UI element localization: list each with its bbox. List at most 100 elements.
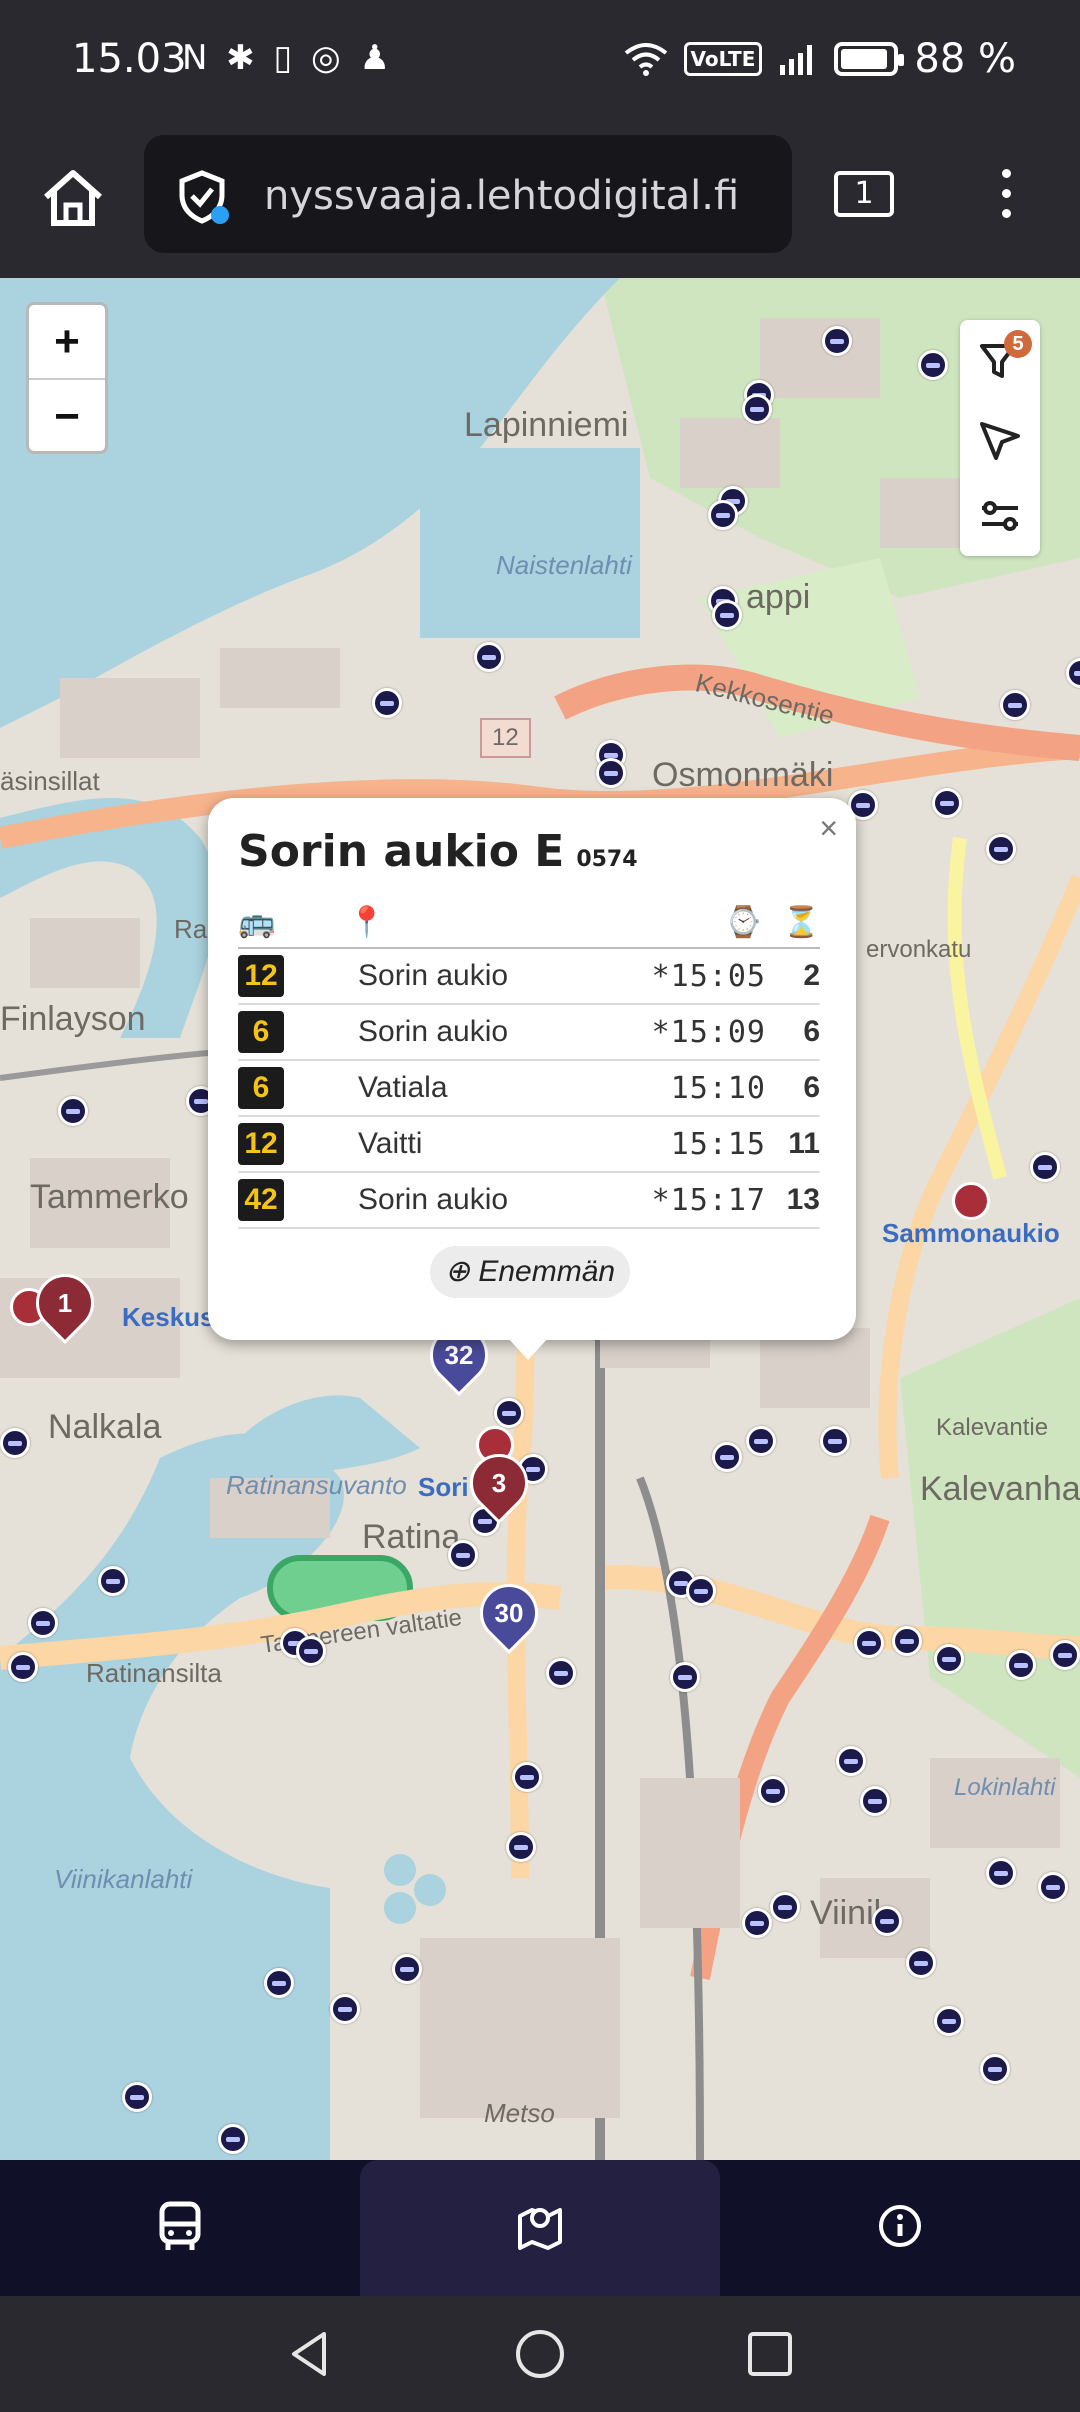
- bus-stop-marker[interactable]: [860, 1786, 890, 1816]
- bus-stop-marker[interactable]: [758, 1776, 788, 1806]
- bus-stop-marker[interactable]: [28, 1608, 58, 1638]
- tram-stop-marker[interactable]: [952, 1182, 990, 1220]
- bus-stop-marker[interactable]: [58, 1096, 88, 1126]
- browser-menu-icon[interactable]: [996, 169, 1016, 229]
- bus-stop-marker[interactable]: [296, 1636, 326, 1666]
- bus-stop-marker[interactable]: [670, 1662, 700, 1692]
- locate-me-icon[interactable]: [974, 414, 1026, 466]
- bus-stop-marker[interactable]: [892, 1626, 922, 1656]
- bus-stop-marker[interactable]: [218, 2124, 248, 2154]
- map-pin-icon[interactable]: [516, 2198, 564, 2254]
- bus-stop-marker[interactable]: [512, 1762, 542, 1792]
- bus-stop-marker[interactable]: [1030, 1152, 1060, 1182]
- bus-stop-marker[interactable]: [712, 1442, 742, 1472]
- bus-icon: 🚌: [238, 898, 318, 949]
- bus-stop-marker[interactable]: [546, 1658, 576, 1688]
- line-number-badge: 12: [238, 1123, 284, 1165]
- settings-sliders-icon[interactable]: [974, 490, 1026, 542]
- recents-icon[interactable]: [742, 2326, 798, 2382]
- home-circle-icon[interactable]: [512, 2326, 568, 2382]
- departure-time: *15:05: [594, 948, 776, 1005]
- bus-stop-marker[interactable]: [932, 788, 962, 818]
- bus-stop-marker[interactable]: [712, 600, 742, 630]
- close-popup-button[interactable]: ×: [819, 810, 838, 847]
- bus-stop-marker[interactable]: [820, 1426, 850, 1456]
- bus-stop-marker[interactable]: [934, 1644, 964, 1674]
- departure-minutes: 6: [776, 1060, 820, 1117]
- back-icon[interactable]: [282, 2326, 338, 2382]
- browser-toolbar: nyssvaaja.lehtodigital.fi 1: [0, 125, 1080, 278]
- nav-departures[interactable]: [0, 2160, 360, 2296]
- map-label-sorin: Sori: [418, 1472, 469, 1502]
- bus-stop-marker[interactable]: [372, 688, 402, 718]
- map-label-osmonmaki: Osmonmäki: [652, 756, 834, 794]
- map-label-kalevantie: Kalevantie: [936, 1414, 1049, 1441]
- departure-time: 15:10: [594, 1060, 776, 1117]
- bus-stop-marker[interactable]: [934, 2006, 964, 2036]
- bus-stop-marker[interactable]: [448, 1540, 478, 1570]
- map-toolbox: 5: [960, 320, 1040, 556]
- bus-stop-marker[interactable]: [742, 1908, 772, 1938]
- bus-stop-marker[interactable]: [746, 1426, 776, 1456]
- url-text[interactable]: nyssvaaja.lehtodigital.fi: [264, 173, 739, 219]
- bus-stop-marker[interactable]: [8, 1652, 38, 1682]
- bus-stop-marker[interactable]: [474, 642, 504, 672]
- departure-row[interactable]: 6 Vatiala 15:10 6: [238, 1060, 820, 1117]
- shield-icon[interactable]: [174, 169, 230, 225]
- bus-stop-marker[interactable]: [1050, 1640, 1080, 1670]
- home-icon[interactable]: [38, 163, 108, 233]
- departure-destination: Vatiala: [318, 1060, 595, 1117]
- bus-stop-marker[interactable]: [854, 1628, 884, 1658]
- bus-stop-marker[interactable]: [1000, 690, 1030, 720]
- departure-destination: Vaitti: [318, 1116, 595, 1173]
- zoom-out-button[interactable]: −: [29, 378, 105, 451]
- bus-stop-marker[interactable]: [872, 1906, 902, 1936]
- bus-stop-marker[interactable]: [596, 758, 626, 788]
- bus-stop-marker[interactable]: [392, 1954, 422, 1984]
- address-bar[interactable]: nyssvaaja.lehtodigital.fi: [144, 135, 792, 253]
- bus-stop-marker[interactable]: [918, 350, 948, 380]
- map-label-tammerkoski: Tammerko: [30, 1178, 189, 1216]
- bus-stop-marker[interactable]: [98, 1566, 128, 1596]
- bus-stop-marker[interactable]: [986, 834, 1016, 864]
- stop-title: Sorin aukio E 0574: [238, 826, 638, 877]
- bus-stop-marker[interactable]: [686, 1576, 716, 1606]
- bus-stop-marker[interactable]: [494, 1398, 524, 1428]
- nav-info[interactable]: [720, 2160, 1080, 2296]
- bus-stop-marker[interactable]: [330, 1994, 360, 2024]
- bus-stop-marker[interactable]: [906, 1948, 936, 1978]
- map-label-naistenlahti: Naistenlahti: [496, 550, 632, 580]
- bus-stop-marker[interactable]: [836, 1746, 866, 1776]
- departure-row[interactable]: 6 Sorin aukio *15:09 6: [238, 1004, 820, 1061]
- nav-map[interactable]: [360, 2160, 720, 2296]
- status-bar: 15.03 N ✱ ▯ ◎ ♟ VoLTE 88 %: [0, 0, 1080, 125]
- bus-stop-marker[interactable]: [506, 1832, 536, 1862]
- map-label-finlayson: Finlayson: [0, 1000, 146, 1038]
- vehicle-pin-label: 30: [494, 1598, 524, 1628]
- bus-stop-marker[interactable]: [770, 1892, 800, 1922]
- bus-stop-marker[interactable]: [980, 2054, 1010, 2084]
- bus-stop-marker[interactable]: [742, 394, 772, 424]
- bus-stop-marker[interactable]: [0, 1428, 30, 1458]
- filter-count-badge: 5: [1004, 330, 1032, 358]
- map-label-lappi: appi: [746, 578, 811, 616]
- status-right: VoLTE 88 %: [624, 36, 1016, 82]
- tab-switcher-button[interactable]: 1: [834, 171, 894, 217]
- map-view[interactable]: Lapinniemi Naistenlahti appi Kekkosentie…: [0, 278, 1080, 2160]
- more-departures-button[interactable]: ⊕ Enemmän: [430, 1246, 630, 1298]
- zoom-in-button[interactable]: +: [29, 305, 105, 378]
- bus-stop-marker[interactable]: [1038, 1872, 1068, 1902]
- notification-icons: N ✱ ▯ ◎ ♟: [182, 38, 395, 78]
- bus-stop-marker[interactable]: [122, 2082, 152, 2112]
- departure-row[interactable]: 12 Sorin aukio *15:05 2: [238, 948, 820, 1005]
- bus-icon[interactable]: [156, 2198, 204, 2254]
- bus-stop-marker[interactable]: [708, 500, 738, 530]
- info-icon[interactable]: [876, 2198, 924, 2254]
- line-number-badge: 6: [238, 1067, 284, 1109]
- bus-stop-marker[interactable]: [986, 1858, 1016, 1888]
- bus-stop-marker[interactable]: [822, 326, 852, 356]
- departure-row[interactable]: 12 Vaitti 15:15 11: [238, 1116, 820, 1173]
- bus-stop-marker[interactable]: [264, 1968, 294, 1998]
- bus-stop-marker[interactable]: [1006, 1650, 1036, 1680]
- departure-row[interactable]: 42 Sorin aukio *15:17 13: [238, 1172, 820, 1229]
